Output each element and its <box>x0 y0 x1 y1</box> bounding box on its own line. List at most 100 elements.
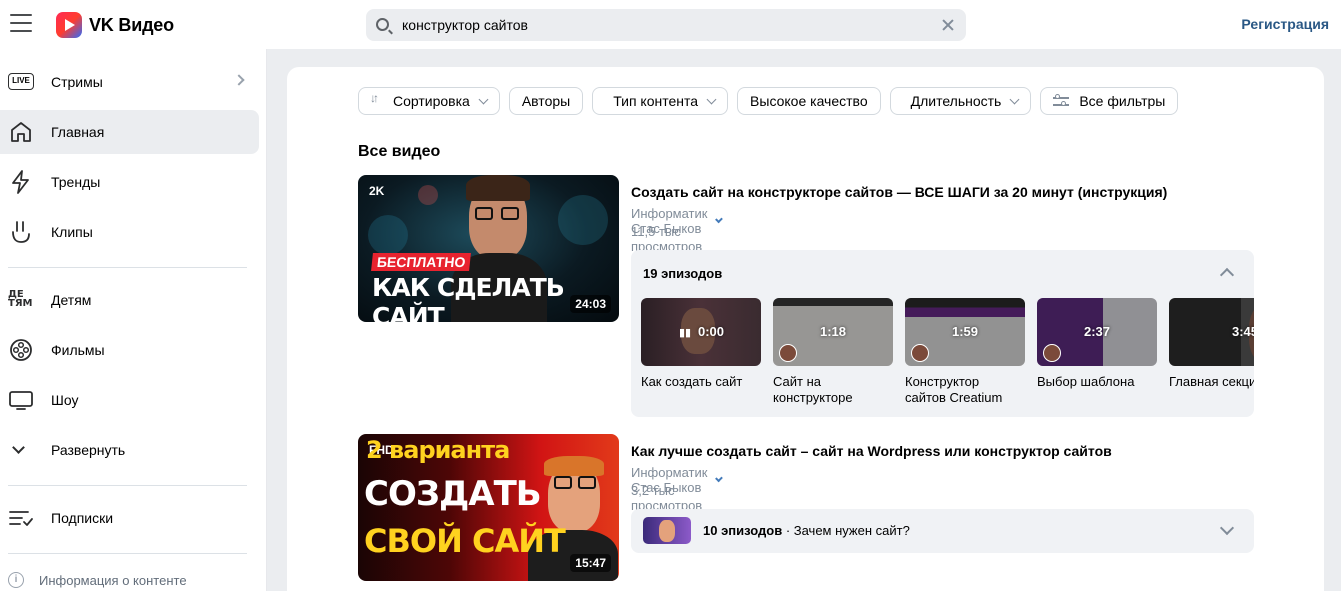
lightning-icon <box>8 170 34 194</box>
episode-duration: 1:18 <box>819 324 847 339</box>
sidebar-item-films[interactable]: Фильмы <box>0 328 259 372</box>
collapse-episodes-icon[interactable] <box>1219 267 1235 283</box>
clear-search-icon[interactable] <box>938 15 958 35</box>
episode-item[interactable]: 3:45 Главная секци <box>1169 298 1254 406</box>
verified-icon <box>714 474 723 483</box>
verified-icon <box>714 215 723 224</box>
thumbnail-text-bottom: СВОЙ САЙТ <box>364 522 566 560</box>
sidebar-item-show[interactable]: Шоу <box>0 378 259 422</box>
episode-thumbnail: 1:59 <box>905 298 1025 366</box>
thumbnail-text-mid: СОЗДАТЬ <box>364 474 542 514</box>
sidebar-item-expand[interactable]: Развернуть <box>0 428 259 472</box>
search-results-panel: Сортировка Авторы Тип контента Высокое к… <box>287 67 1324 591</box>
play-logo-icon <box>56 12 82 38</box>
hamburger-menu-icon[interactable] <box>10 14 32 34</box>
episode-duration: 1:59 <box>951 324 979 339</box>
episodes-list: ▮▮ 0:00 Как создать сайт 1:18 Сайт на кон… <box>641 298 1254 406</box>
content-type-filter-button[interactable]: Тип контента <box>592 87 729 115</box>
sidebar-divider <box>8 485 247 486</box>
episode-duration: 3:45 <box>1231 324 1254 339</box>
sidebar-item-trends[interactable]: Тренды <box>0 160 259 204</box>
sidebar-item-kids[interactable]: ДЕ ТЯМ Детям <box>0 278 259 322</box>
duration-filter-label: Длительность <box>910 93 1002 109</box>
sidebar: LIVE Стримы Главная Тренды Клипы ДЕ ТЯМ Д… <box>0 49 267 591</box>
sidebar-item-label: Подписки <box>51 510 114 526</box>
home-icon <box>8 120 34 144</box>
episodes-panel: 19 эпизодов ▮▮ 0:00 Как создать сайт 1:1… <box>631 250 1254 417</box>
episode-duration: 2:37 <box>1083 324 1111 339</box>
register-link[interactable]: Регистрация <box>1241 16 1329 32</box>
author-avatar <box>779 344 797 362</box>
authors-filter-label: Авторы <box>521 93 571 109</box>
episode-label: Сайт на конструкторе <box>773 374 853 405</box>
chevron-down-icon <box>478 94 489 104</box>
video-title[interactable]: Как лучше создать сайт – сайт на Wordpre… <box>631 443 1112 459</box>
video-thumbnail[interactable]: 2K БЕСПЛАТНО КАК СДЕЛАТЬ САЙТ 24:03 <box>358 175 619 322</box>
sidebar-item-label: Главная <box>51 124 105 140</box>
video-thumbnail[interactable]: FHD 2 варианта СОЗДАТЬ СВОЙ САЙТ 15:47 <box>358 434 619 581</box>
film-reel-icon <box>8 338 34 362</box>
search-bar[interactable] <box>366 9 966 41</box>
episode-thumbnail: 3:45 <box>1169 298 1254 366</box>
episodes-count: 10 эпизодов <box>703 523 783 538</box>
sidebar-item-label: Шоу <box>51 392 79 408</box>
sidebar-divider <box>8 553 247 554</box>
vk-video-logo[interactable]: VK Видео <box>56 12 174 38</box>
sidebar-item-subscriptions[interactable]: Подписки <box>0 496 259 540</box>
content-info-label: Информация о контенте <box>39 572 187 588</box>
search-icon <box>376 18 389 31</box>
sort-filter-button[interactable]: Сортировка <box>358 87 500 115</box>
filter-bar: Сортировка Авторы Тип контента Высокое к… <box>358 87 1187 115</box>
video-duration: 24:03 <box>570 295 611 313</box>
current-episode: · Зачем нужен сайт? <box>785 523 910 538</box>
subscriptions-icon <box>8 506 34 530</box>
sort-icon <box>370 91 385 108</box>
video-duration: 15:47 <box>570 554 611 572</box>
sidebar-item-streams[interactable]: LIVE Стримы <box>0 60 259 104</box>
episode-duration: 0:00 <box>697 324 725 339</box>
sidebar-item-label: Стримы <box>51 74 103 90</box>
episode-label: Как создать сайт <box>641 374 743 389</box>
sidebar-item-clips[interactable]: Клипы <box>0 210 259 254</box>
sidebar-item-label: Клипы <box>51 224 93 240</box>
episode-label: Главная секци <box>1169 374 1254 389</box>
live-icon: LIVE <box>8 70 34 94</box>
resolution-badge: 2K <box>369 184 385 198</box>
section-title: Все видео <box>358 143 441 160</box>
app-name: VK Видео <box>89 14 174 35</box>
all-filters-button[interactable]: Все фильтры <box>1040 87 1179 115</box>
authors-filter-button[interactable]: Авторы <box>508 87 584 115</box>
episode-thumbnail: 1:18 <box>773 298 893 366</box>
duration-filter-button[interactable]: Длительность <box>889 87 1032 115</box>
sidebar-divider <box>8 267 247 268</box>
episode-thumbnail: 2:37 <box>1037 298 1157 366</box>
episode-item[interactable]: ▮▮ 0:00 Как создать сайт <box>641 298 761 406</box>
chevron-down-icon <box>706 94 717 104</box>
chevron-right-icon <box>233 74 245 86</box>
all-filters-label: Все фильтры <box>1079 93 1166 109</box>
author-avatar <box>1043 344 1061 362</box>
thumbnail-text-top: 2 варианта <box>366 436 510 464</box>
clips-icon <box>8 220 34 244</box>
video-title[interactable]: Создать сайт на конструкторе сайтов — ВС… <box>631 184 1167 200</box>
episodes-count: 19 эпизодов <box>643 266 723 281</box>
high-quality-filter-label: Высокое качество <box>750 93 868 109</box>
sort-filter-label: Сортировка <box>393 93 470 109</box>
filter-sliders-icon <box>1053 94 1070 108</box>
info-icon: i <box>8 572 24 588</box>
episode-label: Конструктор сайтов Creatium <box>905 374 1003 405</box>
search-input[interactable] <box>402 9 922 41</box>
sidebar-item-label: Развернуть <box>51 442 126 458</box>
content-type-filter-label: Тип контента <box>613 93 699 109</box>
episode-item[interactable]: 2:37 Выбор шаблона <box>1037 298 1157 406</box>
high-quality-filter-button[interactable]: Высокое качество <box>737 87 881 115</box>
content-info-link[interactable]: i Информация о контенте <box>8 572 187 588</box>
author-avatar <box>911 344 929 362</box>
expand-episodes-icon[interactable] <box>1219 520 1235 536</box>
episode-item[interactable]: 1:59 Конструктор сайтов Creatium <box>905 298 1025 406</box>
thumbnail-banner: БЕСПЛАТНО <box>371 253 472 271</box>
episodes-panel[interactable]: 10 эпизодов · Зачем нужен сайт? <box>631 509 1254 553</box>
episode-item[interactable]: 1:18 Сайт на конструкторе <box>773 298 893 406</box>
sidebar-item-label: Детям <box>51 292 92 308</box>
sidebar-item-home[interactable]: Главная <box>0 110 259 154</box>
